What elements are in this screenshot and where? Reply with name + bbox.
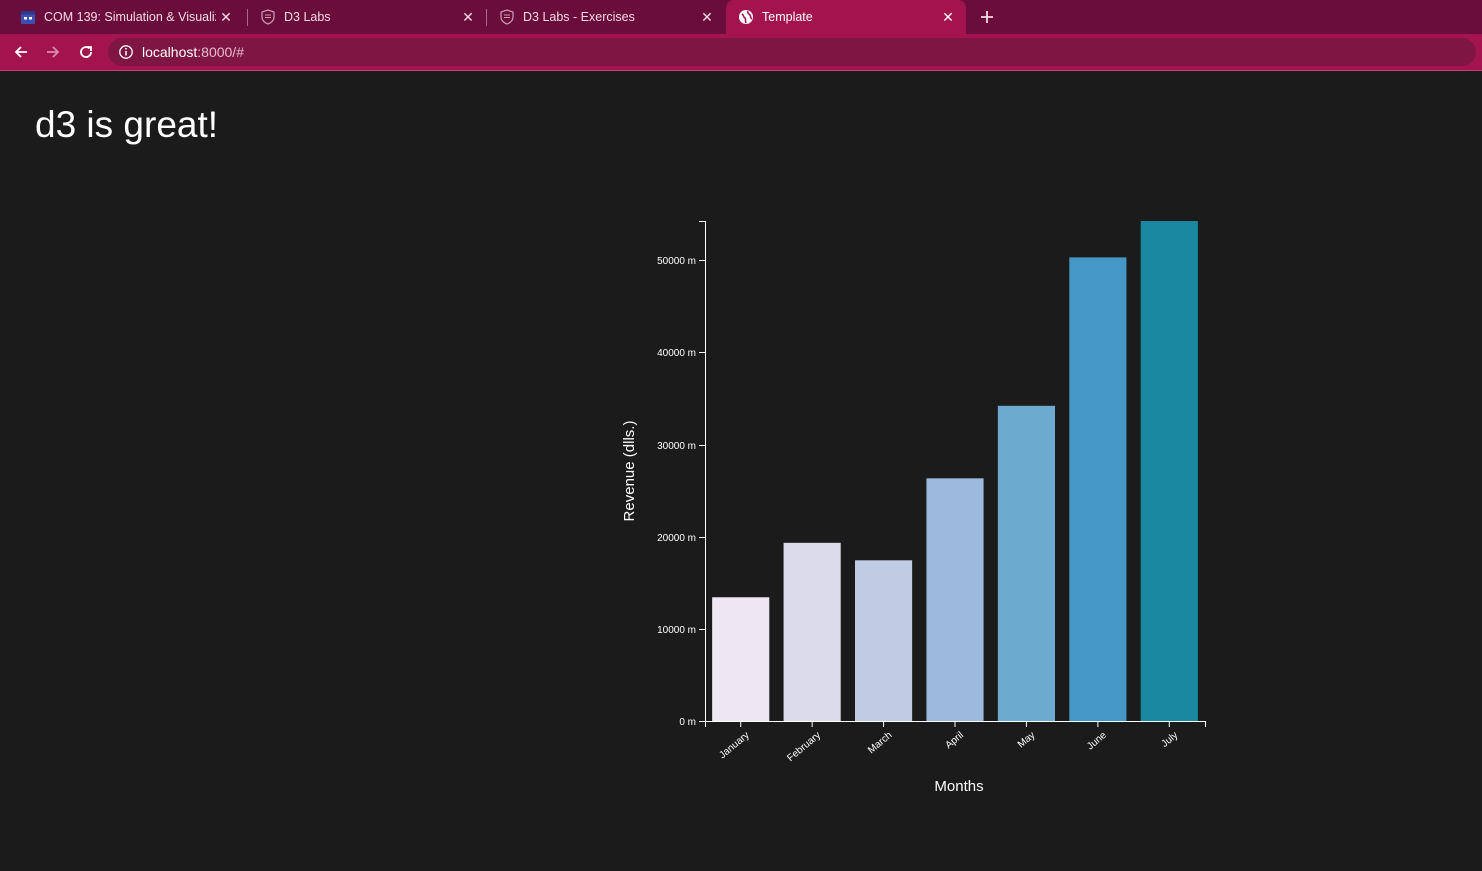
y-axis-label: Revenue (dlls.) xyxy=(621,421,638,522)
bar-may xyxy=(997,405,1055,721)
x-tick-label: January xyxy=(717,730,751,761)
revenue-bar-chart: 0 m 10000 m 20000 m 30000 m 40000 m 50000 m J… xyxy=(621,221,1206,795)
bars-group xyxy=(712,221,1198,721)
x-tick-label: July xyxy=(1160,730,1181,750)
x-axis-label: Months xyxy=(934,778,983,795)
bar-january xyxy=(712,597,770,721)
bar-april xyxy=(926,478,984,721)
bar-march xyxy=(855,560,913,721)
bar-february xyxy=(783,542,841,721)
x-tick-label: March xyxy=(866,730,894,756)
y-axis-line xyxy=(699,221,706,722)
y-tick-label: 0 m xyxy=(679,717,696,728)
x-tick-label: June xyxy=(1085,730,1109,753)
x-axis: January February March April May June July xyxy=(705,721,1206,764)
bar-july xyxy=(1140,221,1198,721)
y-tick-label: 50000 m xyxy=(657,256,696,267)
x-tick-label: May xyxy=(1016,730,1038,751)
y-tick-label: 20000 m xyxy=(657,533,696,544)
y-axis: 0 m 10000 m 20000 m 30000 m 40000 m 50000 m xyxy=(657,221,706,728)
x-tick-label: April xyxy=(944,730,966,751)
y-tick-label: 30000 m xyxy=(657,441,696,452)
y-tick-label: 40000 m xyxy=(657,348,696,359)
y-tick-label: 10000 m xyxy=(657,625,696,636)
bar-june xyxy=(1069,257,1127,721)
x-tick-label: February xyxy=(785,730,823,764)
